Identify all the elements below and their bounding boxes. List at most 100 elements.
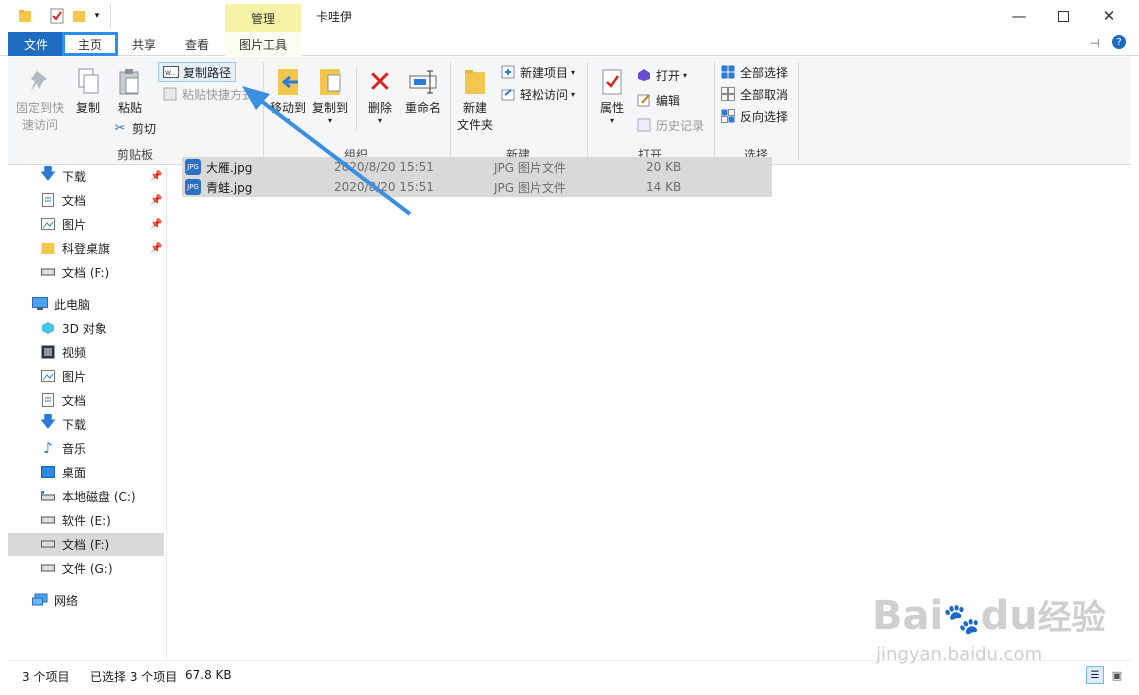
copy-icon: [73, 66, 103, 98]
file-size: 14 KB: [646, 180, 682, 194]
nav-videos[interactable]: 视频: [40, 341, 86, 363]
music-icon: ♪: [43, 439, 53, 457]
invert-selection-button[interactable]: 反向选择: [720, 106, 788, 126]
nav-drive-f[interactable]: 文档 (F:): [40, 533, 109, 555]
nav-label: 文件 (G:): [62, 561, 113, 576]
paste-label: 粘贴: [117, 101, 142, 115]
select-all-label: 全部选择: [740, 65, 789, 80]
nav-label: 下载: [62, 169, 87, 184]
tab-home[interactable]: 主页: [62, 32, 118, 56]
document-icon: [40, 392, 56, 408]
history-label: 历史记录: [656, 118, 705, 133]
cut-button[interactable]: ✂ 剪切: [112, 118, 156, 138]
new-item-label: 新建项目: [520, 65, 569, 80]
jpg-file-icon: JPG: [185, 179, 201, 195]
pinned-icon: 📌: [150, 242, 163, 254]
nav-desktop[interactable]: 桌面: [40, 461, 86, 483]
tab-view[interactable]: 查看: [170, 32, 224, 56]
nav-label: 本地磁盘 (C:): [62, 489, 136, 504]
invert-selection-label: 反向选择: [740, 109, 789, 124]
close-icon[interactable]: ✕: [1086, 0, 1132, 32]
drive-icon: [40, 560, 56, 576]
nav-quick-drive-f[interactable]: 文档 (F:): [40, 261, 109, 283]
tab-share[interactable]: 共享: [118, 32, 170, 56]
tab-file[interactable]: 文件: [8, 32, 64, 56]
edit-button[interactable]: 编辑: [636, 90, 680, 110]
copy-path-icon: W...: [163, 64, 179, 80]
edit-label: 编辑: [656, 93, 681, 108]
copy-path-button[interactable]: W... 复制路径: [158, 62, 237, 82]
network-icon: [32, 592, 48, 608]
nav-this-pc[interactable]: 此电脑: [32, 293, 90, 315]
nav-label: 视频: [62, 345, 87, 360]
easy-access-icon: [500, 86, 516, 102]
select-all-button[interactable]: 全部选择: [720, 62, 788, 82]
properties-button[interactable]: 属性 ▾: [593, 66, 631, 125]
new-folder-qat-icon[interactable]: [70, 6, 88, 26]
item-count: 3 个项目: [22, 670, 70, 684]
pictures-icon: [40, 216, 56, 232]
minimize-icon[interactable]: —: [996, 0, 1042, 32]
nav-label: 文档 (F:): [62, 537, 110, 552]
pin-ribbon-icon[interactable]: ⊣: [1090, 37, 1100, 50]
nav-drive-c[interactable]: 本地磁盘 (C:): [40, 485, 136, 507]
nav-drive-e[interactable]: 软件 (E:): [40, 509, 111, 531]
nav-quick-documents[interactable]: 文档 📌: [40, 189, 162, 211]
history-button[interactable]: 历史记录: [636, 115, 704, 135]
pin-icon: [25, 66, 55, 98]
paste-icon: [115, 66, 145, 98]
open-dropdown-icon: ▾: [683, 70, 688, 80]
cube-3d-icon: [40, 320, 56, 336]
annotation-arrow: [242, 86, 412, 216]
pin-quick-access-button[interactable]: 固定到快 速访问: [14, 66, 66, 134]
pinned-icon: 📌: [150, 194, 163, 206]
new-item-button[interactable]: 新建项目 ▾: [500, 62, 575, 82]
nav-quick-downloads[interactable]: 🡇 下载 📌: [40, 164, 163, 187]
nav-3d-objects[interactable]: 3D 对象: [40, 317, 107, 339]
edit-icon: [636, 92, 652, 108]
copy-label: 复制: [75, 101, 100, 115]
new-folder-label-2: 文件夹: [456, 118, 493, 132]
nav-quick-folder[interactable]: 科登桌旗 📌: [40, 237, 162, 259]
nav-downloads[interactable]: 🡇 下载: [40, 412, 87, 435]
pinned-icon: 📌: [150, 170, 163, 182]
nav-drive-g[interactable]: 文件 (G:): [40, 557, 113, 579]
properties-dropdown-icon: ▾: [609, 116, 614, 125]
copy-button[interactable]: 复制: [70, 66, 106, 117]
customize-qat-icon[interactable]: ▾: [88, 6, 106, 26]
folder-icon: [40, 240, 56, 256]
new-folder-button[interactable]: 新建 文件夹: [455, 66, 495, 134]
nav-label: 图片: [62, 369, 87, 384]
nav-quick-pictures[interactable]: 图片 📌: [40, 213, 162, 235]
nav-label: 3D 对象: [62, 321, 107, 336]
computer-icon: [32, 296, 48, 312]
watermark-url: jingyan.baidu.com: [876, 644, 1043, 665]
open-icon: [636, 67, 652, 83]
easy-access-label: 轻松访问: [520, 87, 569, 102]
qat-divider: [110, 4, 111, 28]
nav-label: 下载: [62, 417, 87, 432]
paste-button[interactable]: 粘贴: [112, 66, 148, 117]
system-drive-icon: [40, 488, 56, 504]
tab-picture-tools[interactable]: 图片工具: [225, 32, 301, 56]
history-icon: [636, 117, 652, 133]
open-button[interactable]: 打开 ▾: [636, 65, 687, 85]
properties-qat-icon[interactable]: [48, 6, 66, 26]
file-type: JPG 图片文件: [494, 180, 566, 195]
nav-music[interactable]: ♪ 音乐: [40, 437, 86, 459]
help-icon[interactable]: ?: [1112, 35, 1126, 49]
nav-documents[interactable]: 文档: [40, 389, 86, 411]
desktop-icon: [40, 464, 56, 480]
pane-divider[interactable]: [166, 166, 167, 660]
maximize-icon[interactable]: [1040, 0, 1086, 32]
open-label: 打开: [656, 68, 681, 83]
nav-network[interactable]: 网络: [32, 589, 78, 611]
window-title: 卡哇伊: [316, 10, 353, 24]
nav-pictures[interactable]: 图片: [40, 365, 86, 387]
select-none-button[interactable]: 全部取消: [720, 84, 788, 104]
nav-label: 软件 (E:): [62, 513, 111, 528]
scissors-icon: ✂: [114, 120, 126, 136]
easy-access-button[interactable]: 轻松访问 ▾: [500, 84, 575, 104]
manage-context-tab[interactable]: 管理: [225, 4, 301, 32]
drive-icon: [40, 512, 56, 528]
